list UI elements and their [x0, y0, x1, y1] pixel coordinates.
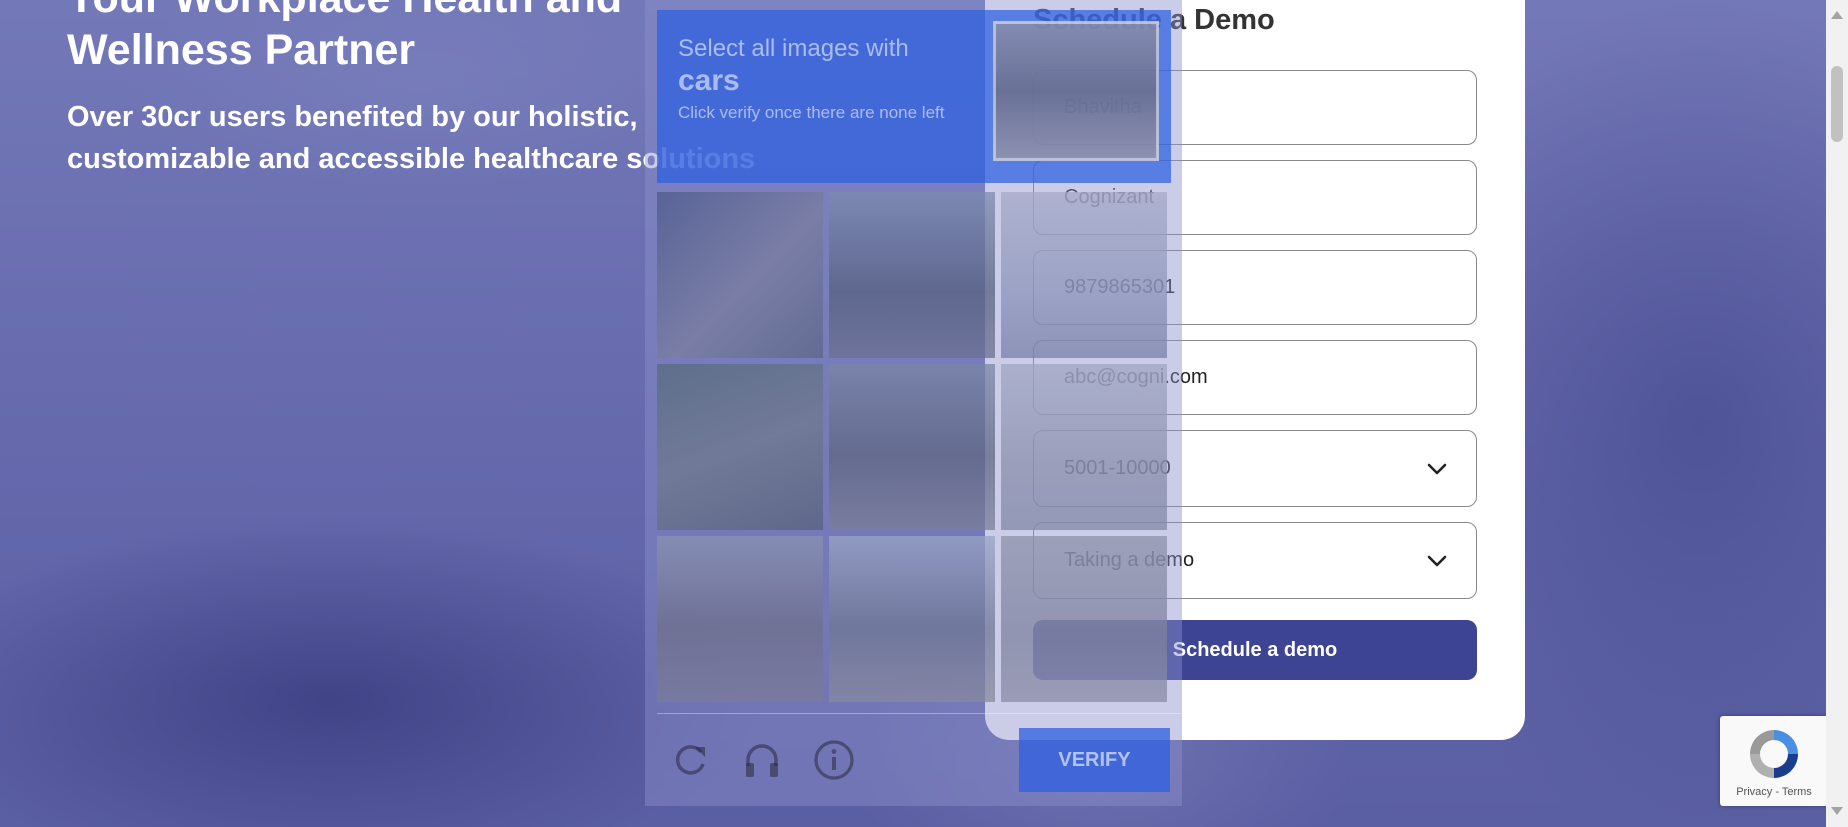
captcha-instruction: Select all images with	[678, 35, 909, 62]
captcha-hint: Click verify once there are none left	[678, 103, 945, 122]
recaptcha-links: Privacy - Terms	[1720, 786, 1828, 798]
captcha-sample-image	[993, 21, 1159, 161]
captcha-tile[interactable]	[829, 192, 995, 358]
captcha-divider	[657, 713, 1181, 714]
headphones-icon[interactable]	[740, 738, 784, 782]
captcha-tile[interactable]	[829, 536, 995, 702]
info-icon[interactable]	[812, 738, 856, 782]
chevron-down-icon	[1427, 463, 1447, 475]
scroll-up-arrow-icon[interactable]	[1831, 11, 1843, 19]
terms-link[interactable]: Terms	[1782, 786, 1812, 798]
reload-icon[interactable]	[668, 738, 712, 782]
captcha-tile[interactable]	[1001, 192, 1167, 358]
privacy-link[interactable]: Privacy	[1736, 786, 1772, 798]
captcha-tile[interactable]	[1001, 364, 1167, 530]
recaptcha-badge[interactable]: Privacy - Terms	[1720, 716, 1828, 806]
captcha-tile[interactable]	[657, 192, 823, 358]
link-separator: -	[1772, 786, 1782, 798]
scroll-thumb[interactable]	[1831, 66, 1843, 142]
page-scrollbar[interactable]	[1826, 0, 1848, 827]
captcha-tile[interactable]	[829, 364, 995, 530]
recaptcha-logo-icon	[1750, 730, 1798, 778]
captcha-tile[interactable]	[657, 536, 823, 702]
captcha-target: cars	[678, 64, 740, 97]
chevron-down-icon	[1427, 555, 1447, 567]
captcha-tile[interactable]	[657, 364, 823, 530]
captcha-tile[interactable]	[1001, 536, 1167, 702]
verify-button[interactable]: VERIFY	[1019, 728, 1170, 792]
scroll-down-arrow-icon[interactable]	[1831, 807, 1843, 815]
